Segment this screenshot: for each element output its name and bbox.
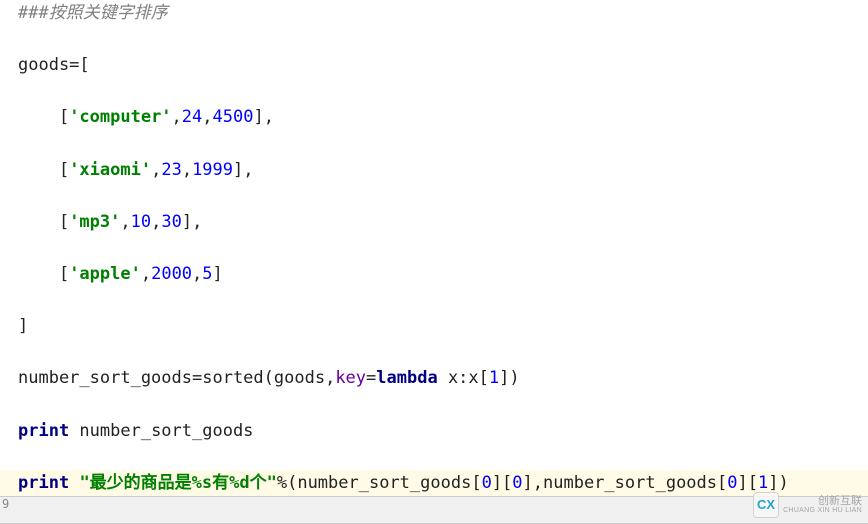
blank-line — [0, 391, 868, 417]
blank-line — [0, 235, 868, 261]
blank-line — [0, 339, 868, 365]
sort-line: number_sort_goods=sorted(goods,key=lambd… — [0, 365, 868, 391]
list-row: ['xiaomi',23,1999], — [0, 157, 868, 183]
code-line: goods=[ — [0, 52, 868, 78]
comment-text: ###按照关键字排序 — [18, 3, 168, 23]
code-line-comment: ###按照关键字排序 — [0, 0, 868, 26]
watermark-brand: 创新互联 — [783, 495, 862, 507]
watermark: CX 创新互联 CHUANG XIN HU LIAN — [753, 492, 862, 518]
blank-line — [0, 78, 868, 104]
list-row: ['mp3',10,30], — [0, 209, 868, 235]
blank-line — [0, 444, 868, 470]
blank-line — [0, 183, 868, 209]
watermark-sub: CHUANG XIN HU LIAN — [783, 507, 862, 515]
list-row: ['apple',2000,5] — [0, 261, 868, 287]
code-editor: ###按照关键字排序 goods=[ ['computer',24,4500],… — [0, 0, 868, 496]
blank-line — [0, 26, 868, 52]
code-line: ] — [0, 313, 868, 339]
blank-line — [0, 287, 868, 313]
watermark-logo-icon: CX — [753, 492, 779, 518]
print-line-highlighted: print "最少的商品是%s有%d个"%(number_sort_goods[… — [0, 470, 868, 496]
list-row: ['computer',24,4500], — [0, 104, 868, 130]
print-line: print number_sort_goods — [0, 418, 868, 444]
separator-label: 9 — [2, 497, 9, 511]
panel-separator[interactable]: 9 — [0, 496, 868, 524]
blank-line — [0, 130, 868, 156]
